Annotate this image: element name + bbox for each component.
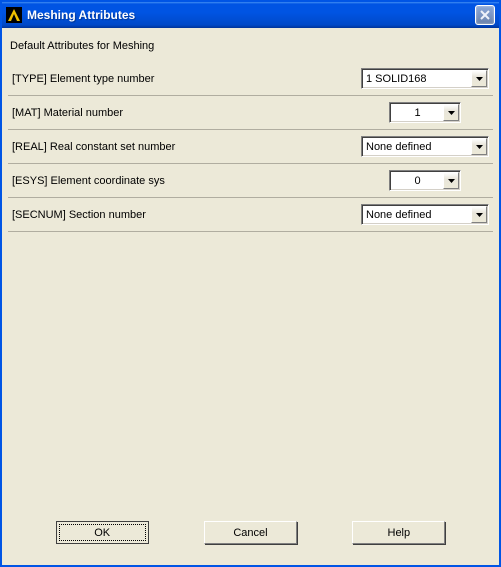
secnum-dropdown[interactable]: None defined xyxy=(361,204,489,225)
secnum-label: [SECNUM] Section number xyxy=(12,209,361,221)
chevron-down-icon xyxy=(448,179,455,183)
field-row-esys: [ESYS] Element coordinate sys 0 xyxy=(8,164,493,198)
type-label: [TYPE] Element type number xyxy=(12,73,361,85)
chevron-down-icon xyxy=(476,77,483,81)
real-value: None defined xyxy=(366,141,471,153)
secnum-dropdown-button[interactable] xyxy=(471,206,487,223)
close-button[interactable] xyxy=(475,5,495,25)
mat-dropdown[interactable]: 1 xyxy=(389,102,461,123)
field-row-secnum: [SECNUM] Section number None defined xyxy=(8,198,493,232)
real-dropdown-button[interactable] xyxy=(471,138,487,155)
esys-label: [ESYS] Element coordinate sys xyxy=(12,175,361,187)
esys-dropdown-button[interactable] xyxy=(443,172,459,189)
window-title: Meshing Attributes xyxy=(27,8,475,22)
button-bar: OK Cancel Help xyxy=(2,521,499,551)
mat-label: [MAT] Material number xyxy=(12,107,361,119)
title-bar: Meshing Attributes xyxy=(2,2,499,28)
dialog-subtitle: Default Attributes for Meshing xyxy=(8,38,493,62)
real-label: [REAL] Real constant set number xyxy=(12,141,361,153)
app-icon xyxy=(6,7,22,23)
chevron-down-icon xyxy=(448,111,455,115)
close-icon xyxy=(480,10,490,20)
chevron-down-icon xyxy=(476,213,483,217)
ok-button[interactable]: OK xyxy=(56,521,149,544)
field-row-mat: [MAT] Material number 1 xyxy=(8,96,493,130)
secnum-value: None defined xyxy=(366,209,471,221)
mat-value: 1 xyxy=(394,107,443,119)
esys-dropdown[interactable]: 0 xyxy=(389,170,461,191)
esys-value: 0 xyxy=(394,175,443,187)
type-dropdown[interactable]: 1 SOLID168 xyxy=(361,68,489,89)
type-value: 1 SOLID168 xyxy=(366,73,471,85)
help-button[interactable]: Help xyxy=(352,521,445,544)
dialog-content: Default Attributes for Meshing [TYPE] El… xyxy=(2,28,499,565)
cancel-button[interactable]: Cancel xyxy=(204,521,297,544)
type-dropdown-button[interactable] xyxy=(471,70,487,87)
mat-dropdown-button[interactable] xyxy=(443,104,459,121)
field-row-type: [TYPE] Element type number 1 SOLID168 xyxy=(8,62,493,96)
chevron-down-icon xyxy=(476,145,483,149)
real-dropdown[interactable]: None defined xyxy=(361,136,489,157)
field-row-real: [REAL] Real constant set number None def… xyxy=(8,130,493,164)
